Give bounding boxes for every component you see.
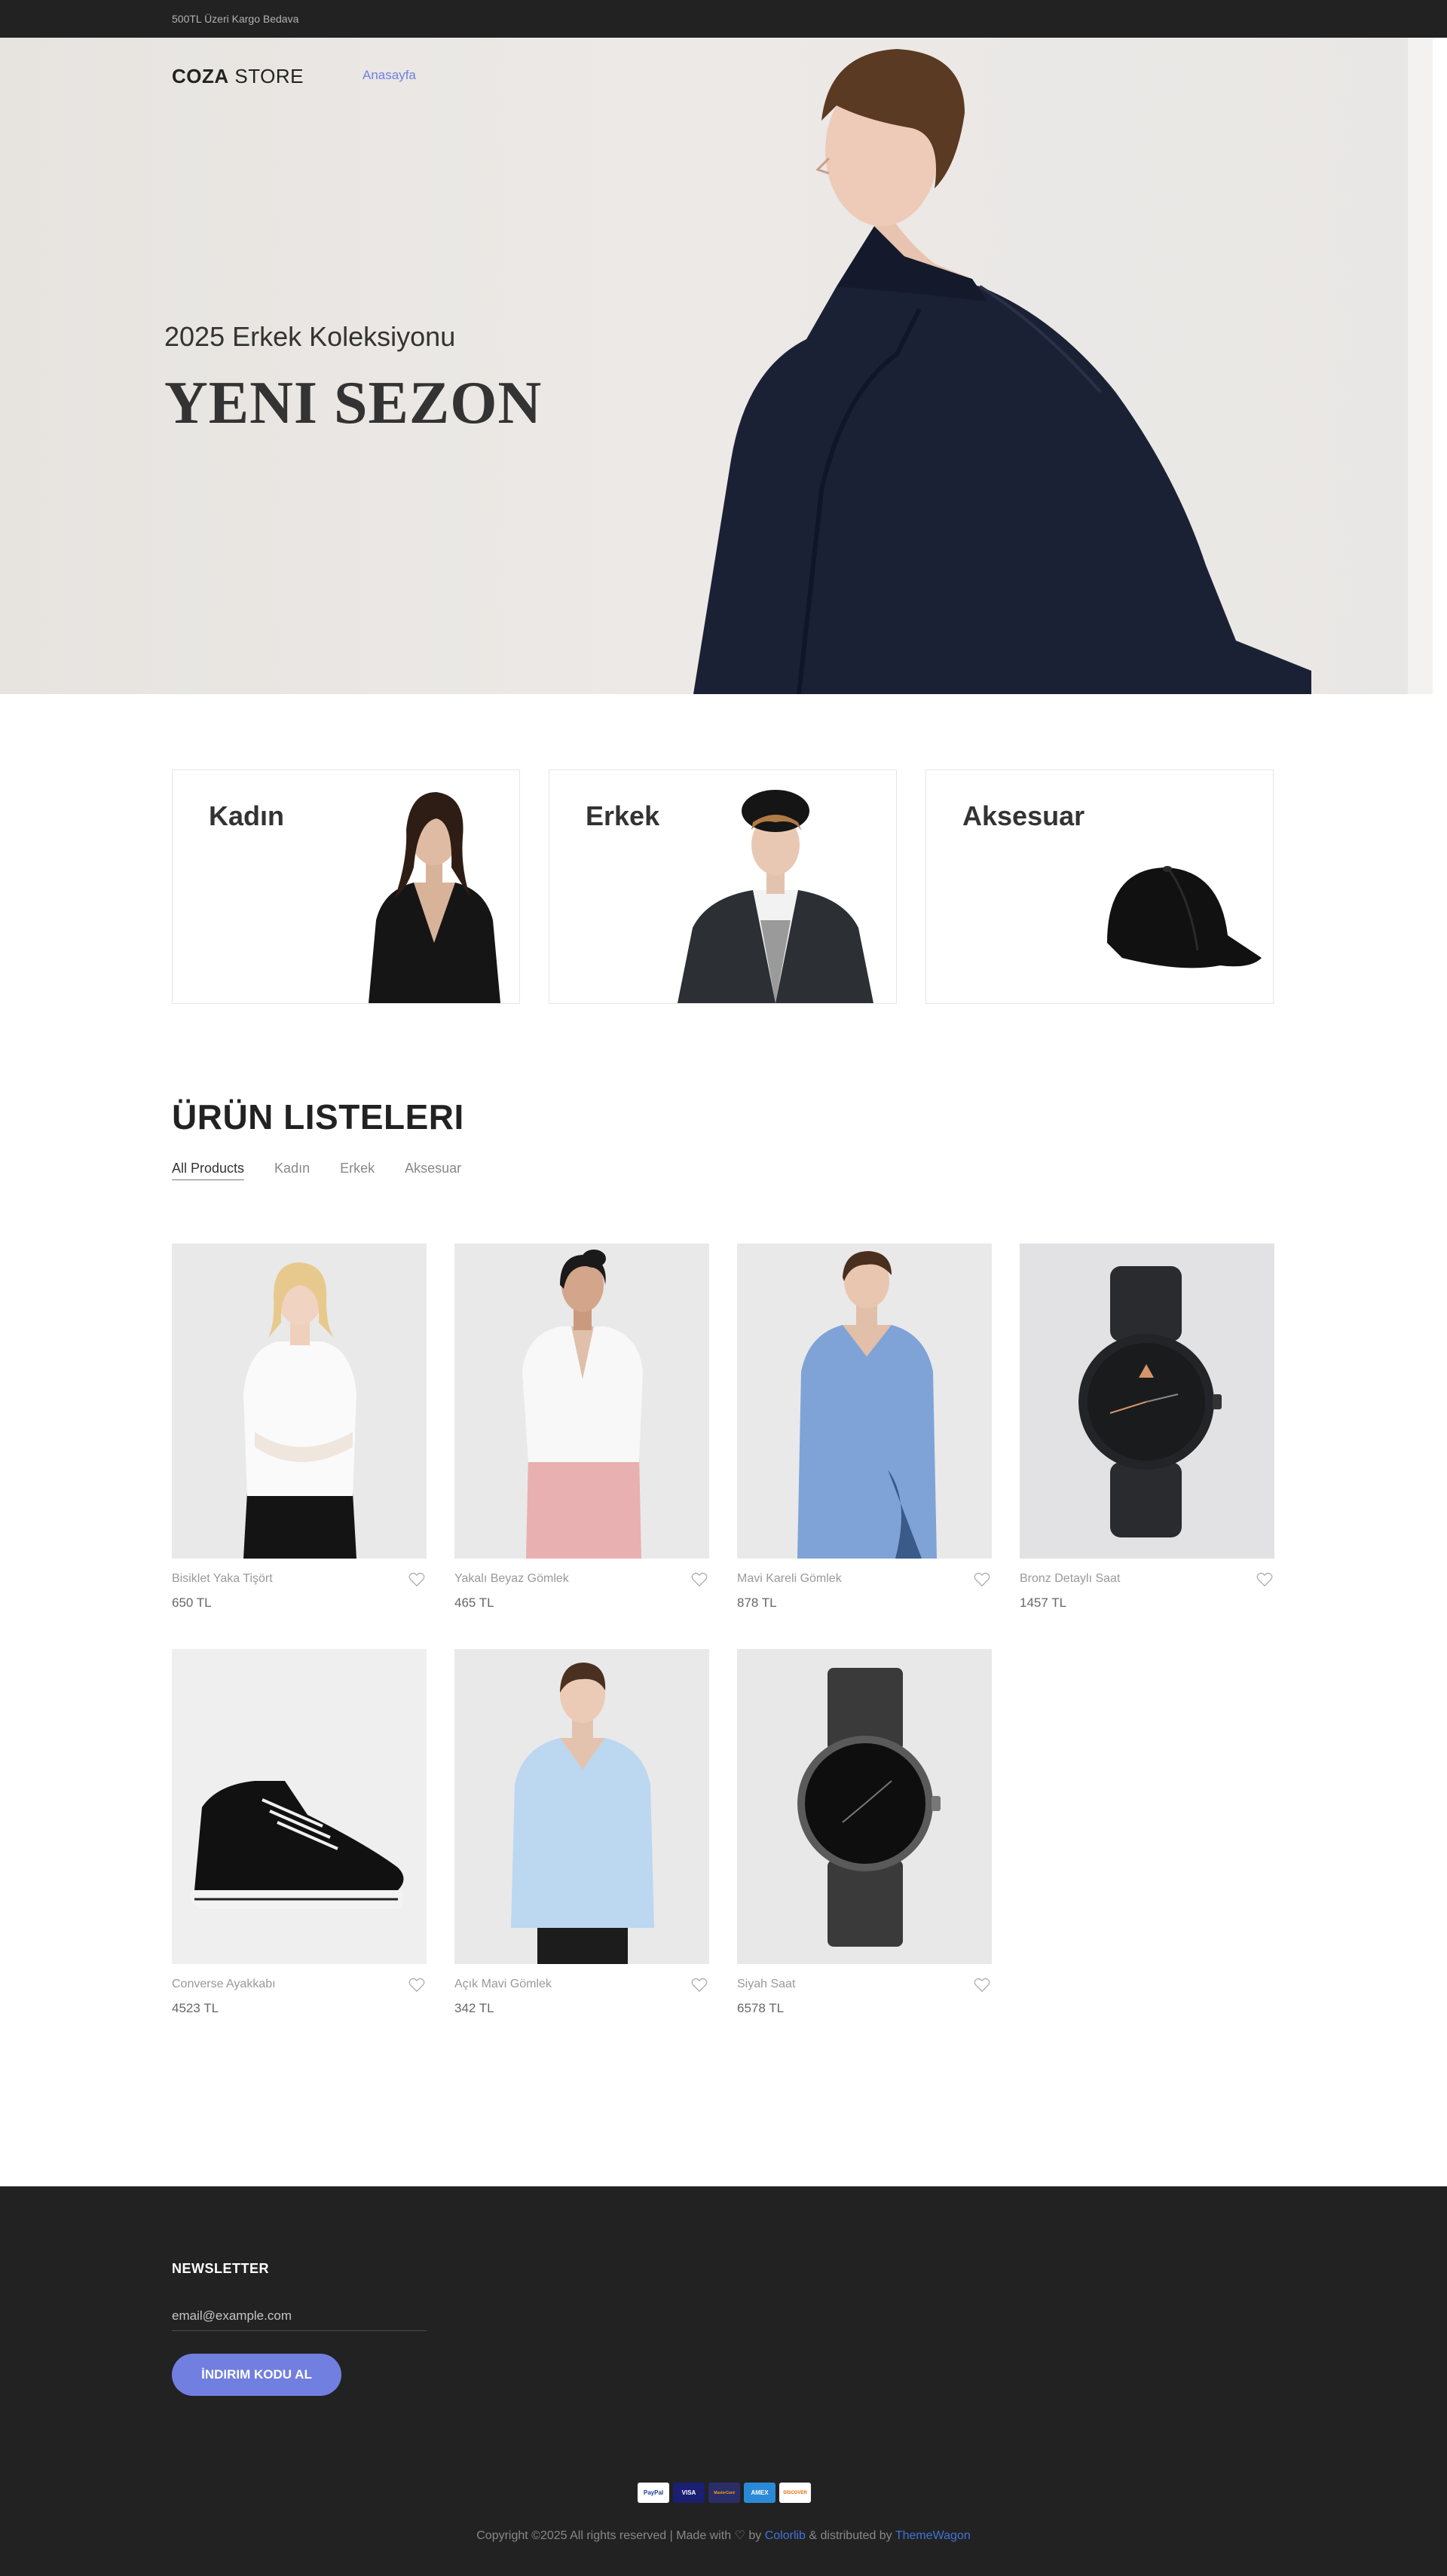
payment-icons: PayPal VISA MasterCard AMEX DISCOVER (638, 2483, 811, 2503)
paypal-icon: PayPal (638, 2483, 669, 2503)
visa-icon: VISA (673, 2483, 705, 2503)
product-image[interactable] (172, 1649, 427, 1964)
logo[interactable]: COZA STORE (172, 65, 304, 88)
banner-accessories-image (1107, 866, 1262, 968)
product-card[interactable]: Bisiklet Yaka Tişört 650 TL (172, 1244, 427, 1610)
product-card[interactable]: Bronz Detaylı Saat 1457 TL (1020, 1244, 1274, 1610)
product-image[interactable] (737, 1244, 992, 1559)
banner-women[interactable]: Kadın (172, 769, 520, 1004)
product-name[interactable]: Siyah Saat (737, 1978, 795, 1991)
copyright: Copyright ©2025 All rights reserved | Ma… (476, 2529, 971, 2542)
product-price: 878 TL (737, 1595, 777, 1610)
product-card[interactable]: Açık Mavi Gömlek 342 TL (454, 1649, 709, 2015)
product-price: 1457 TL (1020, 1595, 1067, 1610)
product-image[interactable] (1020, 1244, 1274, 1559)
product-card[interactable]: Siyah Saat 6578 TL (737, 1649, 992, 2015)
product-image[interactable] (454, 1649, 709, 1964)
heart-icon[interactable] (408, 1978, 425, 1993)
product-overview-title: ÜRÜN LISTELERI (172, 1097, 464, 1137)
banner-accessories[interactable]: Aksesuar (925, 769, 1274, 1004)
product-price: 650 TL (172, 1595, 212, 1610)
product-price: 465 TL (454, 1595, 494, 1610)
amex-icon: AMEX (744, 2483, 776, 2503)
heart-icon[interactable] (408, 1572, 425, 1587)
banner-women-image (369, 792, 500, 1003)
hero-title: YENI SEZON (164, 370, 543, 436)
product-filters: All Products Kadın Erkek Aksesuar (172, 1161, 461, 1180)
heart-icon[interactable] (691, 1978, 708, 1993)
product-name[interactable]: Converse Ayakkabı (172, 1978, 276, 1991)
product-name[interactable]: Açık Mavi Gömlek (454, 1978, 552, 1991)
filter-women[interactable]: Kadın (274, 1161, 310, 1180)
filter-men[interactable]: Erkek (340, 1161, 375, 1180)
filter-all[interactable]: All Products (172, 1161, 245, 1180)
banner-label: Aksesuar (962, 800, 1085, 831)
product-image[interactable] (172, 1244, 427, 1559)
product-name[interactable]: Bronz Detaylı Saat (1020, 1572, 1120, 1586)
product-price: 4523 TL (172, 2001, 219, 2015)
product-image[interactable] (737, 1649, 992, 1964)
product-name[interactable]: Mavi Kareli Gömlek (737, 1572, 842, 1586)
banner-men[interactable]: Erkek (549, 769, 897, 1004)
product-name[interactable]: Bisiklet Yaka Tişört (172, 1572, 273, 1586)
product-image[interactable] (454, 1244, 709, 1559)
hero-slider: COZA STORE Anasayfa 2025 Erkek Koleksiyo… (0, 38, 1433, 694)
product-name[interactable]: Yakalı Beyaz Gömlek (454, 1572, 569, 1586)
nav-home-link[interactable]: Anasayfa (363, 68, 416, 83)
newsletter-email-input[interactable] (172, 2301, 427, 2331)
heart-icon[interactable] (1256, 1572, 1273, 1587)
discount-code-button[interactable]: İNDIRIM KODU AL (172, 2354, 341, 2396)
product-card[interactable]: Yakalı Beyaz Gömlek 465 TL (454, 1244, 709, 1610)
heart-icon[interactable] (691, 1572, 708, 1587)
heart-icon[interactable] (974, 1978, 990, 1993)
product-price: 342 TL (454, 2001, 494, 2015)
banner-label: Kadın (209, 800, 285, 831)
mastercard-icon: MasterCard (708, 2483, 740, 2503)
themewagon-link[interactable]: ThemeWagon (895, 2529, 971, 2542)
product-card[interactable]: Converse Ayakkabı 4523 TL (172, 1649, 427, 2015)
discover-icon: DISCOVER (779, 2483, 811, 2503)
hero-subtitle: 2025 Erkek Koleksiyonu (164, 321, 456, 352)
hero-model-image (693, 49, 1311, 694)
colorlib-link[interactable]: Colorlib (765, 2529, 806, 2542)
newsletter-title: NEWSLETTER (172, 2261, 269, 2276)
footer: NEWSLETTER İNDIRIM KODU AL PayPal VISA M… (0, 2186, 1447, 2576)
heart-icon[interactable] (974, 1572, 990, 1587)
banner-men-image (678, 790, 873, 1003)
product-price: 6578 TL (737, 2001, 785, 2015)
product-card[interactable]: Mavi Kareli Gömlek 878 TL (737, 1244, 992, 1610)
hero-edge (1408, 38, 1433, 694)
top-bar: 500TL Üzeri Kargo Bedava (0, 0, 1447, 38)
filter-accessories[interactable]: Aksesuar (405, 1161, 461, 1180)
shipping-note: 500TL Üzeri Kargo Bedava (172, 13, 299, 25)
